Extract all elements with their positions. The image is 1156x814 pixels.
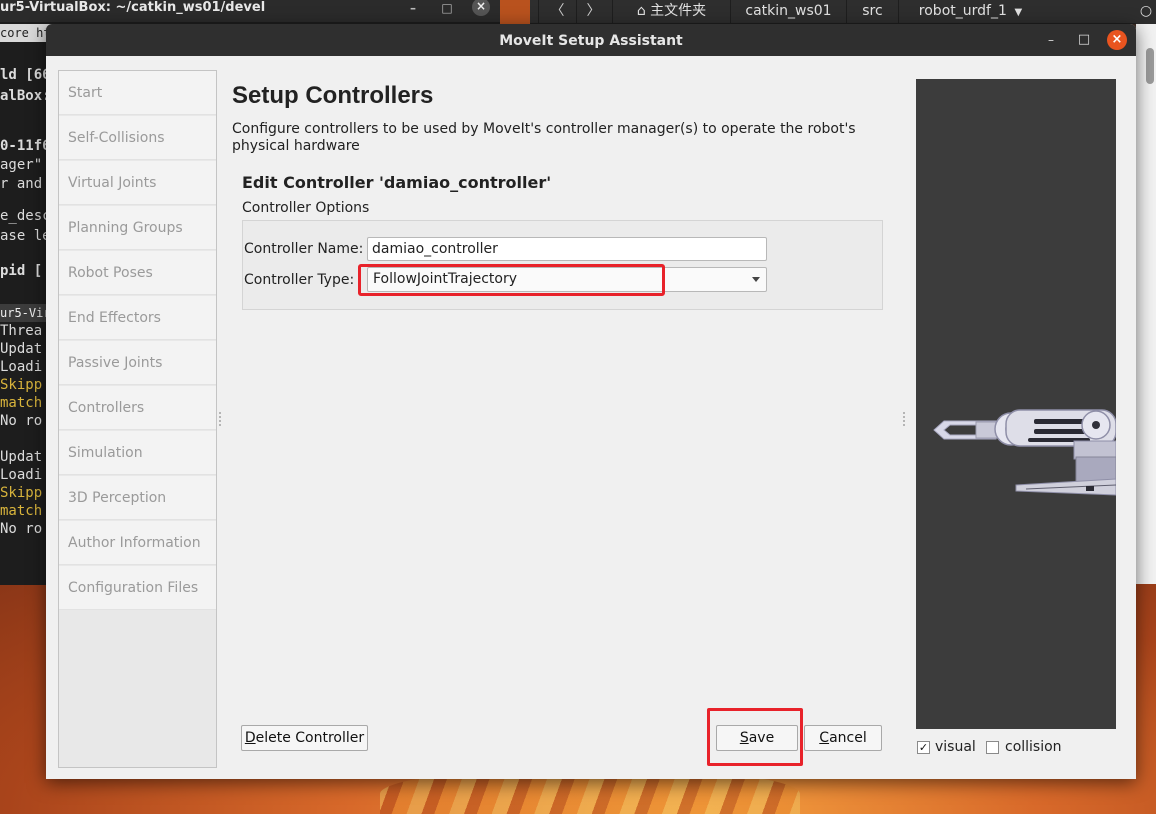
setup-steps-sidebar: Start Self-Collisions Virtual Joints Pla… [58,70,217,768]
controller-type-label: Controller Type: [244,272,355,288]
terminal-line: ase le [0,228,51,244]
file-manager-content [1136,24,1156,584]
search-icon[interactable]: ○ [1136,0,1156,24]
sidebar-item-passive-joints[interactable]: Passive Joints [59,341,216,385]
collision-checkbox-label: collision [1005,739,1062,755]
terminal-line: Skipp [0,377,43,393]
sidebar-item-robot-poses[interactable]: Robot Poses [59,251,216,295]
minimize-icon[interactable]: – [1041,30,1061,50]
cancel-mnemonic: C [819,730,830,746]
controller-name-input[interactable] [367,237,767,261]
terminal-line: alBox: [0,88,51,104]
collision-checkbox[interactable] [986,741,999,754]
delete-controller-mnemonic: D [244,730,256,746]
terminal-line: ager" [0,157,43,173]
save-button-highlight [707,708,803,766]
sidebar-item-start[interactable]: Start [59,71,216,115]
check-icon: ✓ [918,741,929,754]
chevron-down-icon: ▼ [1011,7,1023,18]
file-manager-accent [500,0,530,24]
close-icon[interactable]: × [1107,30,1127,50]
file-manager-scrollbar[interactable] [1146,48,1154,84]
visual-checkbox[interactable]: ✓ [917,741,930,754]
maximize-icon[interactable]: □ [1074,30,1094,50]
terminal-line: e_desc [0,208,51,224]
terminal-line: pid [ [0,263,43,279]
terminal-line: 0-11f6 [0,138,51,154]
delete-controller-label: elete Controller [255,730,365,746]
viewport-splitter-handle[interactable] [903,412,905,426]
window-title: MoveIt Setup Assistant [499,33,683,49]
breadcrumb-robot-urdf[interactable]: robot_urdf_1 ▼ [898,0,1042,24]
terminal-line: Updat [0,341,43,357]
edit-controller-title: Edit Controller 'damiao_controller' [242,173,552,192]
breadcrumb-home[interactable]: ⌂ 主文件夹 [612,0,730,24]
breadcrumb-src[interactable]: src [846,0,898,24]
back-button[interactable]: 〈 [538,0,576,24]
visual-checkbox-label: visual [935,739,976,755]
terminal-line: match [0,503,43,519]
breadcrumb-home-label: 主文件夹 [650,3,707,19]
home-icon: ⌂ [636,3,646,19]
page-description: Configure controllers to be used by Move… [232,121,856,154]
forward-button[interactable]: 〉 [576,0,610,24]
robot-3d-viewport[interactable] [916,79,1116,729]
sidebar-item-simulation[interactable]: Simulation [59,431,216,475]
controller-type-highlight [358,264,665,296]
window-titlebar[interactable]: MoveIt Setup Assistant – □ × [46,24,1136,56]
sidebar-item-virtual-joints[interactable]: Virtual Joints [59,161,216,205]
terminal-close-icon[interactable]: × [472,0,490,16]
cancel-button[interactable]: Cancel [804,725,882,751]
breadcrumb-robot-urdf-label: robot_urdf_1 [918,3,1007,19]
delete-controller-button[interactable]: Delete Controller [241,725,368,751]
moveit-setup-assistant-window: MoveIt Setup Assistant – □ × Start Self-… [46,24,1136,779]
terminal-line: Threa [0,323,43,339]
sidebar-splitter-handle[interactable] [219,412,221,426]
terminal-title: ur5-VirtualBox: ~/catkin_ws01/devel [0,0,266,15]
terminal-line: No ro [0,413,43,429]
sidebar-item-self-collisions[interactable]: Self-Collisions [59,116,216,160]
robot-model-icon [933,409,1116,496]
controller-options-title: Controller Options [242,200,370,216]
sidebar-item-planning-groups[interactable]: Planning Groups [59,206,216,250]
page-title: Setup Controllers [232,82,434,109]
sidebar-item-end-effectors[interactable]: End Effectors [59,296,216,340]
terminal-line: match [0,395,43,411]
sidebar-item-controllers[interactable]: Controllers [59,386,216,430]
terminal-line: Loadi [0,359,43,375]
terminal-line: r and [0,176,43,192]
terminal-line: No ro [0,521,43,537]
chevron-down-icon [752,277,760,282]
cancel-label: ancel [829,730,867,746]
terminal-line: ld [66 [0,67,51,83]
sidebar-item-author-information[interactable]: Author Information [59,521,216,565]
terminal-line: Loadi [0,467,43,483]
sidebar-item-configuration-files[interactable]: Configuration Files [59,566,216,610]
breadcrumb-catkin-ws01[interactable]: catkin_ws01 [730,0,846,24]
terminal-line: Updat [0,449,43,465]
terminal-maximize-icon[interactable]: □ [434,0,460,18]
sidebar-item-3d-perception[interactable]: 3D Perception [59,476,216,520]
terminal-minimize-icon[interactable]: – [400,0,426,18]
terminal-line: Skipp [0,485,43,501]
terminal-titlebar[interactable]: ur5-VirtualBox: ~/catkin_ws01/devel – □ … [0,0,500,22]
controller-name-label: Controller Name: [244,241,364,257]
